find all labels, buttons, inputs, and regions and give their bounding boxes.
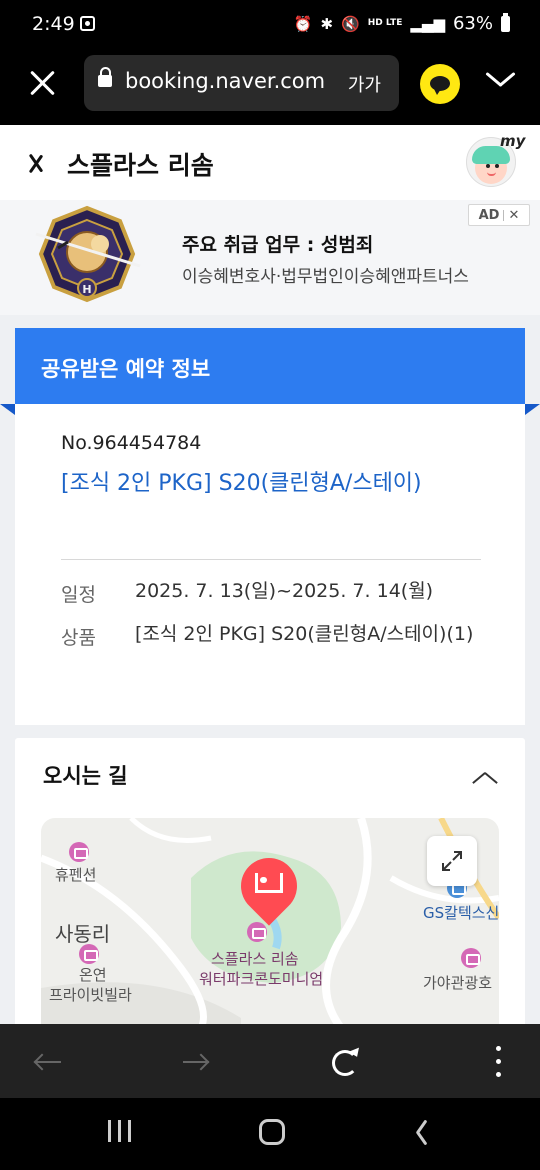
directions-title: 오시는 길 bbox=[43, 764, 128, 788]
svg-text:H: H bbox=[82, 283, 91, 296]
lock-icon bbox=[98, 67, 112, 87]
text-size-button[interactable]: 가가 bbox=[348, 71, 381, 97]
ribbon-fold-right bbox=[525, 404, 540, 415]
map-label-gas-station: GS칼텍스신 bbox=[423, 904, 499, 922]
mute-icon: 🔇 bbox=[341, 14, 360, 33]
status-bar: 2:49 ⏰ ✱ 🔇 HD LTE ▂▄▆ 63% bbox=[0, 0, 540, 52]
more-options-icon[interactable] bbox=[478, 1042, 518, 1082]
map-label-villa-1: 온연 bbox=[79, 966, 107, 984]
system-back-icon[interactable] bbox=[416, 1120, 432, 1144]
chevron-up-icon[interactable] bbox=[471, 770, 499, 790]
bluetooth-icon: ✱ bbox=[320, 14, 334, 33]
ad-badge[interactable]: AD ✕ bbox=[468, 204, 530, 226]
schedule-value: 2025. 7. 13(일)~2025. 7. 14(월) bbox=[135, 580, 434, 602]
product-label: 상품 bbox=[61, 627, 96, 649]
reservation-number: No.964454784 bbox=[61, 432, 202, 454]
network-badge: HD LTE bbox=[367, 18, 403, 28]
reservation-card: No.964454784 [조식 2인 PKG] S20(클린형A/스테이) 일… bbox=[15, 404, 525, 725]
divider bbox=[61, 559, 481, 560]
back-arrow-icon[interactable] bbox=[28, 147, 52, 179]
ad-banner[interactable]: H 주요 취급 업무 : 성범죄 이승혜변호사·법무법인이승혜앤파트너스 AD … bbox=[0, 200, 540, 315]
ad-title: 주요 취급 업무 : 성범죄 bbox=[182, 234, 374, 256]
map-label-resort-2: 워터파크콘도미니엄 bbox=[199, 970, 324, 988]
map-label-hotel: 가야관광호 bbox=[423, 974, 493, 992]
avatar-eye bbox=[495, 164, 499, 168]
map[interactable]: 휴펜션 사동리 온연 프라이빗빌라 스플라스 리솜 워터파크콘도미니엄 GS칼텍… bbox=[41, 818, 499, 1028]
map-label-pension: 휴펜션 bbox=[55, 866, 97, 884]
signal-icon: ▂▄▆ bbox=[410, 14, 445, 33]
home-icon[interactable] bbox=[259, 1119, 285, 1145]
chat-bubble-icon bbox=[430, 76, 450, 95]
kakaotalk-button[interactable] bbox=[420, 64, 460, 104]
page-title: 스플라스 리솜 bbox=[67, 151, 214, 180]
system-nav-bar bbox=[0, 1098, 540, 1170]
browser-address-bar: booking.naver.com 가가 bbox=[0, 52, 540, 125]
bed-icon bbox=[255, 873, 283, 893]
map-label-resort-1: 스플라스 리솜 bbox=[211, 950, 299, 968]
pension-poi-icon[interactable] bbox=[69, 842, 89, 862]
recent-apps-icon[interactable] bbox=[108, 1120, 134, 1142]
map-expand-button[interactable] bbox=[427, 836, 477, 886]
url-field[interactable]: booking.naver.com 가가 bbox=[84, 55, 399, 111]
refresh-icon[interactable] bbox=[324, 1042, 364, 1082]
hotel-poi-icon[interactable] bbox=[461, 948, 481, 968]
ad-badge-label: AD bbox=[478, 207, 500, 223]
ad-badge-separator bbox=[503, 209, 505, 221]
notification-icon bbox=[80, 16, 95, 31]
ribbon-fold-left bbox=[0, 404, 15, 415]
product-value: [조식 2인 PKG] S20(클린형A/스테이)(1) bbox=[135, 623, 474, 645]
ad-close-icon[interactable]: ✕ bbox=[508, 208, 519, 223]
avatar-eye bbox=[486, 164, 490, 168]
forward-arrow-icon[interactable] bbox=[176, 1042, 216, 1082]
reservation-section-title: 공유받은 예약 정보 bbox=[41, 357, 211, 381]
close-icon[interactable] bbox=[26, 67, 58, 99]
law-firm-logo: H bbox=[35, 205, 141, 303]
my-label[interactable]: my bbox=[500, 132, 525, 150]
villa-poi-icon[interactable] bbox=[79, 944, 99, 964]
browser-toolbar bbox=[0, 1024, 540, 1098]
status-time: 2:49 bbox=[32, 13, 75, 35]
chevron-down-icon[interactable] bbox=[484, 66, 514, 96]
status-icons: ⏰ ✱ 🔇 HD LTE ▂▄▆ 63% bbox=[293, 12, 510, 34]
expand-icon bbox=[442, 851, 462, 871]
reservation-product-link[interactable]: [조식 2인 PKG] S20(클린형A/스테이) bbox=[61, 466, 461, 502]
map-label-village: 사동리 bbox=[55, 922, 111, 946]
alarm-icon: ⏰ bbox=[293, 14, 313, 33]
url-text: booking.naver.com bbox=[125, 69, 326, 93]
battery-percent: 63% bbox=[452, 13, 493, 34]
map-label-villa-2: 프라이빗빌라 bbox=[49, 986, 132, 1004]
battery-icon bbox=[501, 12, 510, 32]
schedule-label: 일정 bbox=[61, 584, 96, 606]
directions-card: 오시는 길 휴펜션 사동리 온연 프라이빗빌라 스플라스 리솜 워터파크콘도미니… bbox=[15, 738, 525, 1028]
resort-poi-icon[interactable] bbox=[247, 922, 267, 942]
page-header: 스플라스 리솜 bbox=[0, 125, 540, 200]
ad-subtitle: 이승혜변호사·법무법인이승혜앤파트너스 bbox=[182, 267, 469, 287]
reservation-header: 공유받은 예약 정보 bbox=[15, 328, 525, 404]
back-arrow-icon[interactable] bbox=[28, 1042, 68, 1082]
